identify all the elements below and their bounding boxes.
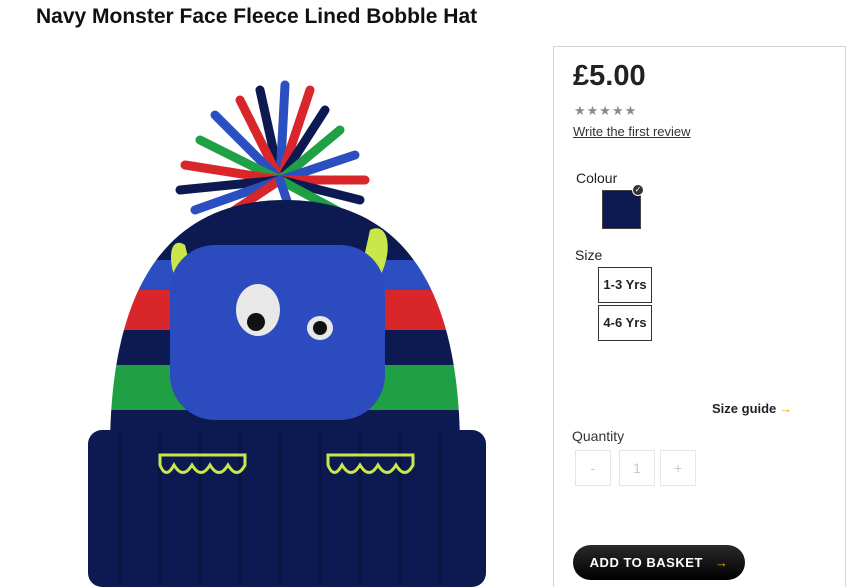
check-icon: ✓ (632, 184, 644, 196)
product-image (80, 70, 500, 587)
write-review-link[interactable]: Write the first review (573, 124, 691, 139)
arrow-right-icon: → (714, 555, 729, 570)
monster-face (170, 228, 388, 420)
quantity-input[interactable]: 1 (619, 450, 655, 486)
rating-stars: ★★★★★ (574, 103, 638, 118)
size-option-4-6[interactable]: 4-6 Yrs (598, 305, 652, 341)
size-guide-label: Size guide (712, 401, 777, 416)
size-guide-link[interactable]: Size guide → (712, 401, 792, 416)
arrow-right-icon: → (779, 401, 793, 416)
size-label: Size (575, 247, 603, 263)
price: £5.00 (573, 60, 646, 92)
bobble-hat-illustration (88, 80, 486, 587)
quantity-label: Quantity (572, 428, 625, 444)
colour-swatch-navy[interactable] (602, 190, 641, 229)
quantity-decrease-button[interactable]: - (575, 450, 611, 486)
add-to-basket-label: ADD TO BASKET (589, 555, 703, 570)
add-to-basket-button[interactable]: ADD TO BASKET → (573, 545, 745, 580)
colour-label: Colour (576, 170, 618, 186)
hat-brim (88, 430, 486, 587)
product-title: Navy Monster Face Fleece Lined Bobble Ha… (36, 5, 478, 28)
quantity-increase-button[interactable]: + (660, 450, 696, 486)
size-option-1-3[interactable]: 1-3 Yrs (598, 267, 652, 303)
